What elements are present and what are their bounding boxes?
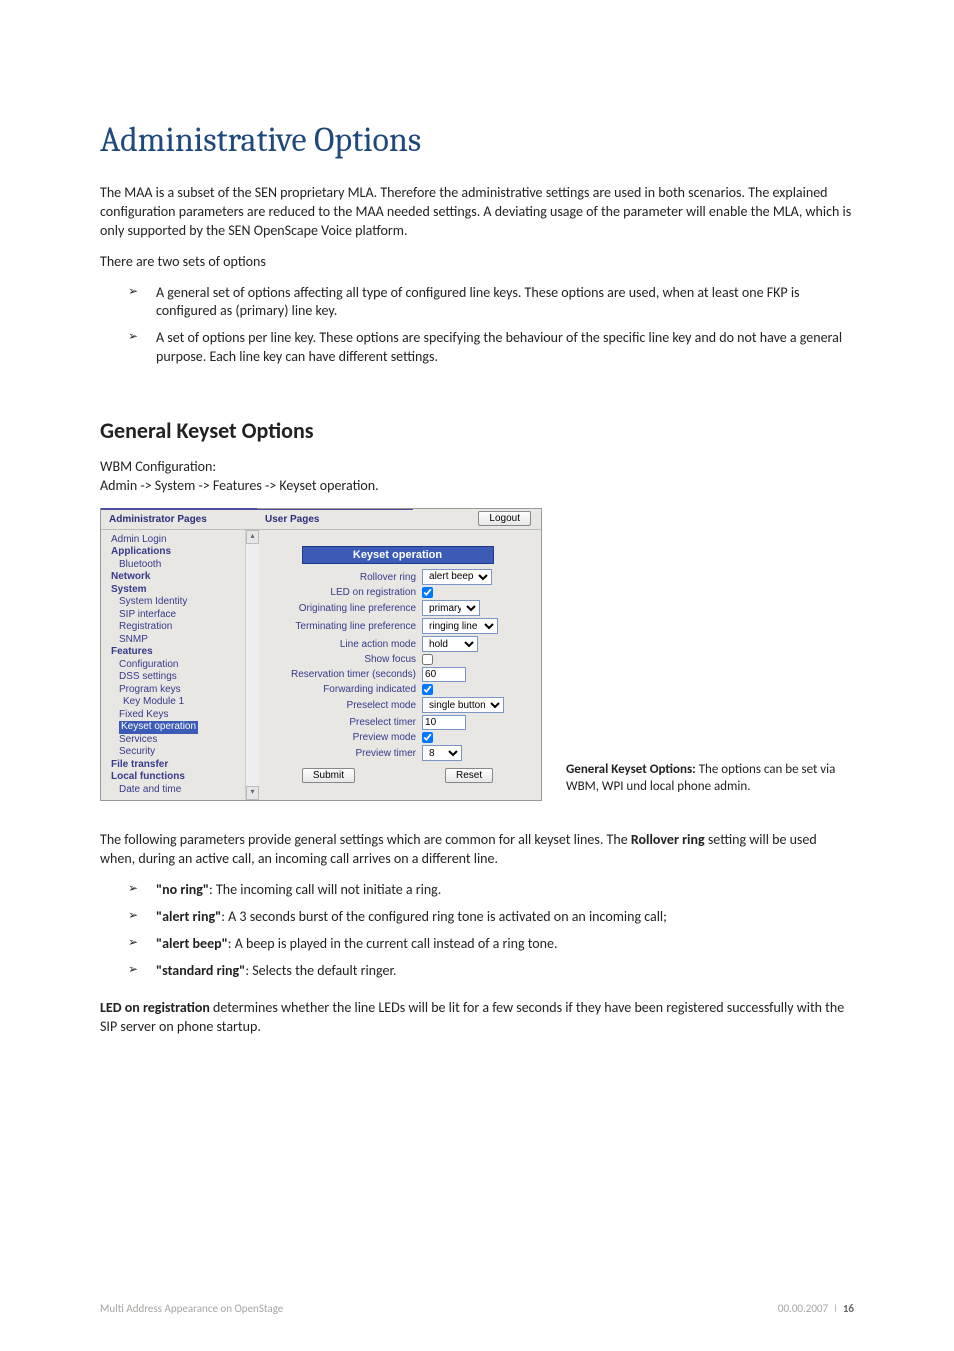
- footer-title: Multi Address Appearance on OpenStage: [100, 1302, 283, 1315]
- list-item: "alert ring": A 3 seconds burst of the c…: [156, 908, 854, 927]
- label-forwarding-indicated: Forwarding indicated: [291, 683, 422, 696]
- led-term: LED on registration: [100, 999, 210, 1016]
- nav-item[interactable]: Fixed Keys: [111, 709, 251, 722]
- nav-item[interactable]: Key Module 1: [111, 696, 251, 709]
- nav-item[interactable]: Security: [111, 746, 251, 759]
- select-rollover-ring[interactable]: alert beep: [422, 569, 492, 585]
- select-terminating-line-preference[interactable]: ringing line: [422, 618, 498, 634]
- submit-button[interactable]: Submit: [302, 768, 355, 783]
- caption-title: General Keyset Options:: [566, 762, 696, 777]
- nav-item[interactable]: Configuration: [111, 659, 251, 672]
- footer-date: 00.00.2007: [778, 1302, 828, 1315]
- two-sets-paragraph: There are two sets of options: [100, 253, 854, 272]
- nav-item[interactable]: SIP interface: [111, 609, 251, 622]
- tab-user-pages[interactable]: User Pages: [257, 509, 413, 529]
- checkbox-show-focus[interactable]: [422, 654, 433, 665]
- page-footer: Multi Address Appearance on OpenStage 00…: [100, 1302, 854, 1315]
- select-preselect-mode[interactable]: single button: [422, 697, 504, 713]
- wbm-config-label: WBM Configuration: Admin -> System -> Fe…: [100, 458, 854, 496]
- page-number: 16: [843, 1302, 854, 1315]
- label-line-action-mode: Line action mode: [291, 635, 422, 653]
- label-preselect-timer: Preselect timer: [291, 714, 422, 731]
- scroll-down-icon[interactable]: ▾: [246, 786, 259, 800]
- checkbox-preview-mode[interactable]: [422, 732, 433, 743]
- nav-item[interactable]: Features: [111, 646, 251, 659]
- list-item: "standard ring": Selects the default rin…: [156, 962, 854, 981]
- nav-item[interactable]: Local functions: [111, 771, 251, 784]
- label-reservation-timer: Reservation timer (seconds): [291, 666, 422, 683]
- tab-administrator-pages[interactable]: Administrator Pages: [101, 508, 257, 529]
- checkbox-forwarding-indicated[interactable]: [422, 684, 433, 695]
- nav-item[interactable]: Services: [111, 734, 251, 747]
- select-originating-line-preference[interactable]: primary: [422, 600, 480, 616]
- section-heading: General Keyset Options: [100, 417, 854, 444]
- nav-item[interactable]: DSS settings: [111, 671, 251, 684]
- label-rollover-ring: Rollover ring: [291, 568, 422, 586]
- select-preview-timer[interactable]: 8: [422, 745, 462, 761]
- wbm-nav-tree: ▴ ▾ Admin LoginApplicationsBluetoothNetw…: [101, 530, 258, 801]
- nav-item[interactable]: Network: [111, 571, 251, 584]
- label-preselect-mode: Preselect mode: [291, 696, 422, 714]
- label-terminating-line-preference: Terminating line preference: [291, 617, 422, 635]
- nav-item[interactable]: Keyset operation: [111, 721, 251, 734]
- list-item: A set of options per line key. These opt…: [156, 329, 854, 367]
- checkbox-led-on-registration[interactable]: [422, 587, 433, 598]
- scrollbar[interactable]: ▴ ▾: [245, 530, 259, 801]
- form-title: Keyset operation: [302, 546, 494, 564]
- figure-caption: General Keyset Options: The options can …: [566, 762, 836, 802]
- wbm-breadcrumb: Admin -> System -> Features -> Keyset op…: [100, 477, 379, 494]
- nav-item[interactable]: Registration: [111, 621, 251, 634]
- rollover-ring-term: Rollover ring: [631, 831, 705, 848]
- reset-button[interactable]: Reset: [445, 768, 493, 783]
- select-line-action-mode[interactable]: hold: [422, 636, 478, 652]
- nav-item[interactable]: Date and time: [111, 784, 251, 797]
- list-item: "alert beep": A beep is played in the cu…: [156, 935, 854, 954]
- nav-item[interactable]: Program keys: [111, 684, 251, 697]
- logout-button[interactable]: Logout: [478, 511, 531, 526]
- label-originating-line-preference: Originating line preference: [291, 599, 422, 617]
- input-preselect-timer[interactable]: [422, 715, 466, 730]
- label-preview-mode: Preview mode: [291, 731, 422, 744]
- scroll-up-icon[interactable]: ▴: [246, 530, 259, 544]
- list-item: "no ring": The incoming call will not in…: [156, 881, 854, 900]
- label-led-on-registration: LED on registration: [291, 586, 422, 599]
- rollover-list: "no ring": The incoming call will not in…: [100, 881, 854, 981]
- nav-item[interactable]: Admin Login: [111, 534, 251, 547]
- label-preview-timer: Preview timer: [291, 744, 422, 762]
- rollover-intro: The following parameters provide general…: [100, 831, 854, 869]
- label-show-focus: Show focus: [291, 653, 422, 666]
- nav-item[interactable]: SNMP: [111, 634, 251, 647]
- wbm-screenshot: Administrator Pages User Pages Logout ▴ …: [100, 508, 542, 802]
- two-sets-list: A general set of options affecting all t…: [100, 284, 854, 368]
- led-paragraph: LED on registration determines whether t…: [100, 999, 854, 1037]
- nav-item[interactable]: System Identity: [111, 596, 251, 609]
- nav-item[interactable]: Bluetooth: [111, 559, 251, 572]
- input-reservation-timer[interactable]: [422, 667, 466, 682]
- page-title: Administrative Options: [100, 120, 854, 160]
- nav-item[interactable]: Applications: [111, 546, 251, 559]
- footer-separator: I: [834, 1302, 837, 1315]
- intro-paragraph: The MAA is a subset of the SEN proprieta…: [100, 184, 854, 241]
- nav-item[interactable]: File transfer: [111, 759, 251, 772]
- list-item: A general set of options affecting all t…: [156, 284, 854, 322]
- nav-item[interactable]: System: [111, 584, 251, 597]
